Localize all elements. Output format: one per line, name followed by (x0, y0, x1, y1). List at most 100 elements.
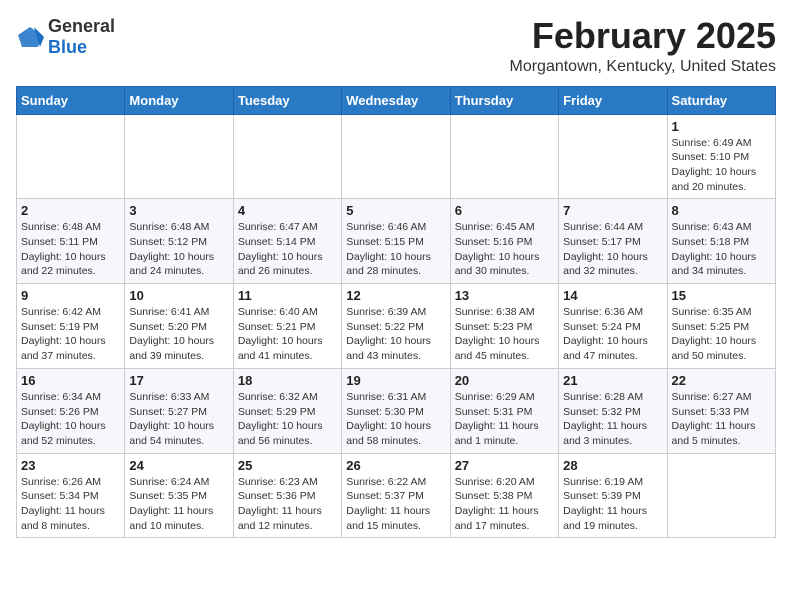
day-number: 8 (672, 203, 771, 218)
weekday-header-sunday: Sunday (17, 86, 125, 114)
day-cell: 8 Sunrise: 6:43 AM Sunset: 5:18 PM Daylig… (667, 199, 775, 284)
week-row-3: 9 Sunrise: 6:42 AM Sunset: 5:19 PM Daylig… (17, 284, 776, 369)
calendar: SundayMondayTuesdayWednesdayThursdayFrid… (16, 86, 776, 539)
day-info: Sunrise: 6:48 AM Sunset: 5:11 PM Dayligh… (21, 220, 120, 279)
day-info: Sunrise: 6:26 AM Sunset: 5:34 PM Dayligh… (21, 475, 120, 534)
day-cell: 19 Sunrise: 6:31 AM Sunset: 5:30 PM Dayli… (342, 368, 450, 453)
day-cell: 20 Sunrise: 6:29 AM Sunset: 5:31 PM Dayli… (450, 368, 558, 453)
day-info: Sunrise: 6:49 AM Sunset: 5:10 PM Dayligh… (672, 136, 771, 195)
day-number: 17 (129, 373, 228, 388)
day-info: Sunrise: 6:22 AM Sunset: 5:37 PM Dayligh… (346, 475, 445, 534)
day-cell: 13 Sunrise: 6:38 AM Sunset: 5:23 PM Dayli… (450, 284, 558, 369)
weekday-header-saturday: Saturday (667, 86, 775, 114)
day-cell: 26 Sunrise: 6:22 AM Sunset: 5:37 PM Dayli… (342, 453, 450, 538)
logo-wordmark: General Blue (48, 16, 115, 58)
day-info: Sunrise: 6:46 AM Sunset: 5:15 PM Dayligh… (346, 220, 445, 279)
day-number: 2 (21, 203, 120, 218)
day-number: 22 (672, 373, 771, 388)
day-cell: 15Sunrise: 6:35 AM Sunset: 5:25 PM Dayli… (667, 284, 775, 369)
day-number: 24 (129, 458, 228, 473)
day-cell (559, 114, 667, 199)
day-info: Sunrise: 6:29 AM Sunset: 5:31 PM Dayligh… (455, 390, 554, 449)
day-info: Sunrise: 6:43 AM Sunset: 5:18 PM Dayligh… (672, 220, 771, 279)
day-cell: 11 Sunrise: 6:40 AM Sunset: 5:21 PM Dayli… (233, 284, 341, 369)
day-info: Sunrise: 6:35 AM Sunset: 5:25 PM Dayligh… (672, 305, 771, 364)
day-number: 9 (21, 288, 120, 303)
day-info: Sunrise: 6:42 AM Sunset: 5:19 PM Dayligh… (21, 305, 120, 364)
day-cell: 25Sunrise: 6:23 AM Sunset: 5:36 PM Dayli… (233, 453, 341, 538)
day-info: Sunrise: 6:41 AM Sunset: 5:20 PM Dayligh… (129, 305, 228, 364)
day-number: 13 (455, 288, 554, 303)
day-info: Sunrise: 6:23 AM Sunset: 5:36 PM Dayligh… (238, 475, 337, 534)
day-number: 19 (346, 373, 445, 388)
day-number: 23 (21, 458, 120, 473)
day-info: Sunrise: 6:39 AM Sunset: 5:22 PM Dayligh… (346, 305, 445, 364)
location-title: Morgantown, Kentucky, United States (509, 58, 776, 76)
day-info: Sunrise: 6:45 AM Sunset: 5:16 PM Dayligh… (455, 220, 554, 279)
day-info: Sunrise: 6:34 AM Sunset: 5:26 PM Dayligh… (21, 390, 120, 449)
week-row-5: 23 Sunrise: 6:26 AM Sunset: 5:34 PM Dayli… (17, 453, 776, 538)
weekday-header-thursday: Thursday (450, 86, 558, 114)
day-info: Sunrise: 6:20 AM Sunset: 5:38 PM Dayligh… (455, 475, 554, 534)
header: General Blue February 2025 Morgantown, K… (16, 16, 776, 76)
day-info: Sunrise: 6:28 AM Sunset: 5:32 PM Dayligh… (563, 390, 662, 449)
day-info: Sunrise: 6:24 AM Sunset: 5:35 PM Dayligh… (129, 475, 228, 534)
day-info: Sunrise: 6:48 AM Sunset: 5:12 PM Dayligh… (129, 220, 228, 279)
weekday-header-monday: Monday (125, 86, 233, 114)
week-row-1: 1Sunrise: 6:49 AM Sunset: 5:10 PM Daylig… (17, 114, 776, 199)
day-number: 21 (563, 373, 662, 388)
day-cell: 5 Sunrise: 6:46 AM Sunset: 5:15 PM Daylig… (342, 199, 450, 284)
day-cell: 10 Sunrise: 6:41 AM Sunset: 5:20 PM Dayli… (125, 284, 233, 369)
day-number: 12 (346, 288, 445, 303)
day-info: Sunrise: 6:40 AM Sunset: 5:21 PM Dayligh… (238, 305, 337, 364)
day-number: 7 (563, 203, 662, 218)
day-cell: 2 Sunrise: 6:48 AM Sunset: 5:11 PM Daylig… (17, 199, 125, 284)
day-cell (450, 114, 558, 199)
logo-text-blue: Blue (48, 37, 87, 57)
week-row-4: 16 Sunrise: 6:34 AM Sunset: 5:26 PM Dayli… (17, 368, 776, 453)
day-cell: 21 Sunrise: 6:28 AM Sunset: 5:32 PM Dayli… (559, 368, 667, 453)
day-cell: 7 Sunrise: 6:44 AM Sunset: 5:17 PM Daylig… (559, 199, 667, 284)
day-number: 27 (455, 458, 554, 473)
weekday-header-row: SundayMondayTuesdayWednesdayThursdayFrid… (17, 86, 776, 114)
day-number: 4 (238, 203, 337, 218)
day-cell: 27 Sunrise: 6:20 AM Sunset: 5:38 PM Dayli… (450, 453, 558, 538)
day-cell (233, 114, 341, 199)
logo-text-general: General (48, 16, 115, 36)
day-cell: 4 Sunrise: 6:47 AM Sunset: 5:14 PM Daylig… (233, 199, 341, 284)
month-title: February 2025 (509, 16, 776, 56)
day-cell (17, 114, 125, 199)
day-info: Sunrise: 6:33 AM Sunset: 5:27 PM Dayligh… (129, 390, 228, 449)
day-number: 16 (21, 373, 120, 388)
day-cell (342, 114, 450, 199)
weekday-header-wednesday: Wednesday (342, 86, 450, 114)
day-number: 14 (563, 288, 662, 303)
day-number: 20 (455, 373, 554, 388)
day-cell (667, 453, 775, 538)
day-info: Sunrise: 6:31 AM Sunset: 5:30 PM Dayligh… (346, 390, 445, 449)
day-number: 6 (455, 203, 554, 218)
day-info: Sunrise: 6:27 AM Sunset: 5:33 PM Dayligh… (672, 390, 771, 449)
day-number: 18 (238, 373, 337, 388)
week-row-2: 2 Sunrise: 6:48 AM Sunset: 5:11 PM Daylig… (17, 199, 776, 284)
day-number: 28 (563, 458, 662, 473)
day-cell: 23 Sunrise: 6:26 AM Sunset: 5:34 PM Dayli… (17, 453, 125, 538)
day-info: Sunrise: 6:32 AM Sunset: 5:29 PM Dayligh… (238, 390, 337, 449)
day-cell: 9 Sunrise: 6:42 AM Sunset: 5:19 PM Daylig… (17, 284, 125, 369)
weekday-header-tuesday: Tuesday (233, 86, 341, 114)
day-cell: 6 Sunrise: 6:45 AM Sunset: 5:16 PM Daylig… (450, 199, 558, 284)
day-cell: 17 Sunrise: 6:33 AM Sunset: 5:27 PM Dayli… (125, 368, 233, 453)
day-info: Sunrise: 6:44 AM Sunset: 5:17 PM Dayligh… (563, 220, 662, 279)
day-info: Sunrise: 6:47 AM Sunset: 5:14 PM Dayligh… (238, 220, 337, 279)
day-cell (125, 114, 233, 199)
day-number: 3 (129, 203, 228, 218)
title-area: February 2025 Morgantown, Kentucky, Unit… (509, 16, 776, 76)
day-number: 5 (346, 203, 445, 218)
day-info: Sunrise: 6:38 AM Sunset: 5:23 PM Dayligh… (455, 305, 554, 364)
day-number: 11 (238, 288, 337, 303)
day-number: 26 (346, 458, 445, 473)
day-cell: 3 Sunrise: 6:48 AM Sunset: 5:12 PM Daylig… (125, 199, 233, 284)
day-number: 10 (129, 288, 228, 303)
day-cell: 1Sunrise: 6:49 AM Sunset: 5:10 PM Daylig… (667, 114, 775, 199)
day-cell: 16 Sunrise: 6:34 AM Sunset: 5:26 PM Dayli… (17, 368, 125, 453)
